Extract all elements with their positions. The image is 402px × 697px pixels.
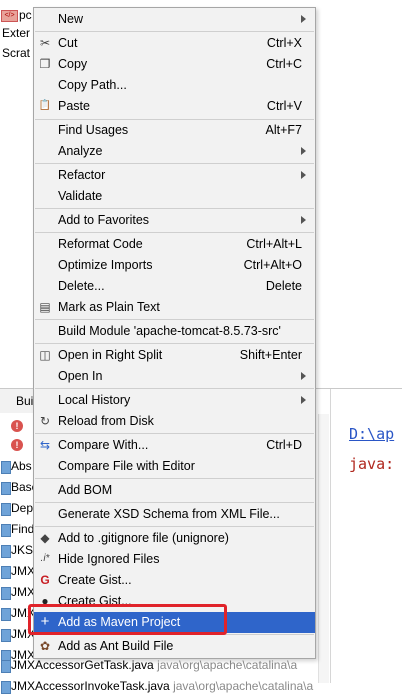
- error-icon: !: [11, 439, 23, 451]
- menu-item-copy-path[interactable]: Copy Path...: [34, 75, 315, 96]
- error-icon: !: [11, 420, 23, 432]
- menu-item-analyze[interactable]: Analyze: [34, 141, 315, 162]
- console-output: D:\ap java:: [330, 389, 402, 683]
- menu-item-optimize-imports[interactable]: Optimize Imports Ctrl+Alt+O: [34, 255, 315, 276]
- copy-icon: ❐: [39, 57, 51, 71]
- java-file-icon: [1, 587, 11, 600]
- build-tab-label: Bui: [16, 394, 34, 408]
- tree-row-pom[interactable]: pc: [19, 8, 32, 22]
- scissors-icon: ✂: [39, 36, 51, 50]
- console-error-text: java:: [349, 455, 395, 473]
- java-file-icon: [1, 608, 11, 621]
- menu-separator: [35, 526, 314, 527]
- list-scrollbar[interactable]: [318, 414, 329, 683]
- menu-item-copy[interactable]: ❐ Copy Ctrl+C: [34, 54, 315, 75]
- menu-separator: [35, 502, 314, 503]
- chevron-right-icon: [301, 372, 306, 380]
- menu-item-delete[interactable]: Delete... Delete: [34, 276, 315, 297]
- menu-item-build-module[interactable]: Build Module 'apache-tomcat-8.5.73-src': [34, 321, 315, 342]
- list-item[interactable]: JMXAccessorInvokeTask.java java\org\apac…: [0, 676, 330, 697]
- chevron-right-icon: [301, 216, 306, 224]
- menu-separator: [35, 478, 314, 479]
- chevron-right-icon: [301, 396, 306, 404]
- java-file-icon: [1, 660, 11, 673]
- menu-separator: [35, 31, 314, 32]
- java-file-icon: [1, 461, 11, 474]
- java-file-icon: [1, 524, 11, 537]
- java-file-icon: [1, 566, 11, 579]
- clipboard-icon: 📋: [38, 100, 52, 111]
- menu-item-generate-xsd[interactable]: Generate XSD Schema from XML File...: [34, 504, 315, 525]
- gitee-icon: G: [40, 573, 50, 587]
- split-icon: ◫: [39, 348, 51, 362]
- menu-item-compare-with[interactable]: ⇆ Compare With... Ctrl+D: [34, 435, 315, 456]
- xml-file-icon: </>: [1, 10, 18, 22]
- menu-item-open-right-split[interactable]: ◫ Open in Right Split Shift+Enter: [34, 345, 315, 366]
- menu-item-open-in[interactable]: Open In: [34, 366, 315, 387]
- plain-text-icon: ▤: [39, 300, 51, 314]
- compare-icon: ⇆: [39, 438, 51, 452]
- menu-item-paste[interactable]: 📋 Paste Ctrl+V: [34, 96, 315, 117]
- menu-separator: [35, 343, 314, 344]
- menu-separator: [35, 433, 314, 434]
- menu-item-create-gist-gitee[interactable]: G Create Gist...: [34, 570, 315, 591]
- context-menu: New ✂ Cut Ctrl+X ❐ Copy Ctrl+C Copy Path…: [33, 7, 316, 659]
- java-file-icon: [1, 545, 11, 558]
- menu-item-cut[interactable]: ✂ Cut Ctrl+X: [34, 33, 315, 54]
- menu-item-validate[interactable]: Validate: [34, 186, 315, 207]
- menu-item-reload-from-disk[interactable]: ↻ Reload from Disk: [34, 411, 315, 432]
- menu-item-mark-plain-text[interactable]: ▤ Mark as Plain Text: [34, 297, 315, 318]
- menu-separator: [35, 163, 314, 164]
- java-file-icon: [1, 629, 11, 642]
- menu-item-new[interactable]: New: [34, 9, 315, 30]
- menu-item-find-usages[interactable]: Find Usages Alt+F7: [34, 120, 315, 141]
- console-link[interactable]: D:\ap: [349, 425, 394, 443]
- menu-separator: [35, 319, 314, 320]
- menu-item-add-ant-build[interactable]: ✿ Add as Ant Build File: [34, 636, 315, 657]
- menu-item-refactor[interactable]: Refactor: [34, 165, 315, 186]
- menu-item-add-gitignore[interactable]: ◆ Add to .gitignore file (unignore): [34, 528, 315, 549]
- ant-icon: ✿: [39, 639, 51, 653]
- menu-item-add-to-favorites[interactable]: Add to Favorites: [34, 210, 315, 231]
- menu-item-add-bom[interactable]: Add BOM: [34, 480, 315, 501]
- chevron-right-icon: [301, 147, 306, 155]
- annotation-highlight-box: [28, 604, 227, 635]
- chevron-right-icon: [301, 15, 306, 23]
- menu-separator: [35, 208, 314, 209]
- chevron-right-icon: [301, 171, 306, 179]
- gitignore-icon: ◆: [40, 531, 50, 545]
- ignore-icon: .i*: [40, 553, 50, 564]
- menu-separator: [35, 232, 314, 233]
- tree-row-scratches[interactable]: Scrat: [2, 46, 30, 60]
- menu-item-hide-ignored[interactable]: .i* Hide Ignored Files: [34, 549, 315, 570]
- menu-item-reformat-code[interactable]: Reformat Code Ctrl+Alt+L: [34, 234, 315, 255]
- menu-item-local-history[interactable]: Local History: [34, 390, 315, 411]
- menu-separator: [35, 388, 314, 389]
- menu-item-compare-file-editor[interactable]: Compare File with Editor: [34, 456, 315, 477]
- java-file-icon: [1, 503, 11, 516]
- reload-icon: ↻: [39, 414, 51, 428]
- java-file-icon: [1, 482, 11, 495]
- tree-row-external[interactable]: Exter: [2, 26, 30, 40]
